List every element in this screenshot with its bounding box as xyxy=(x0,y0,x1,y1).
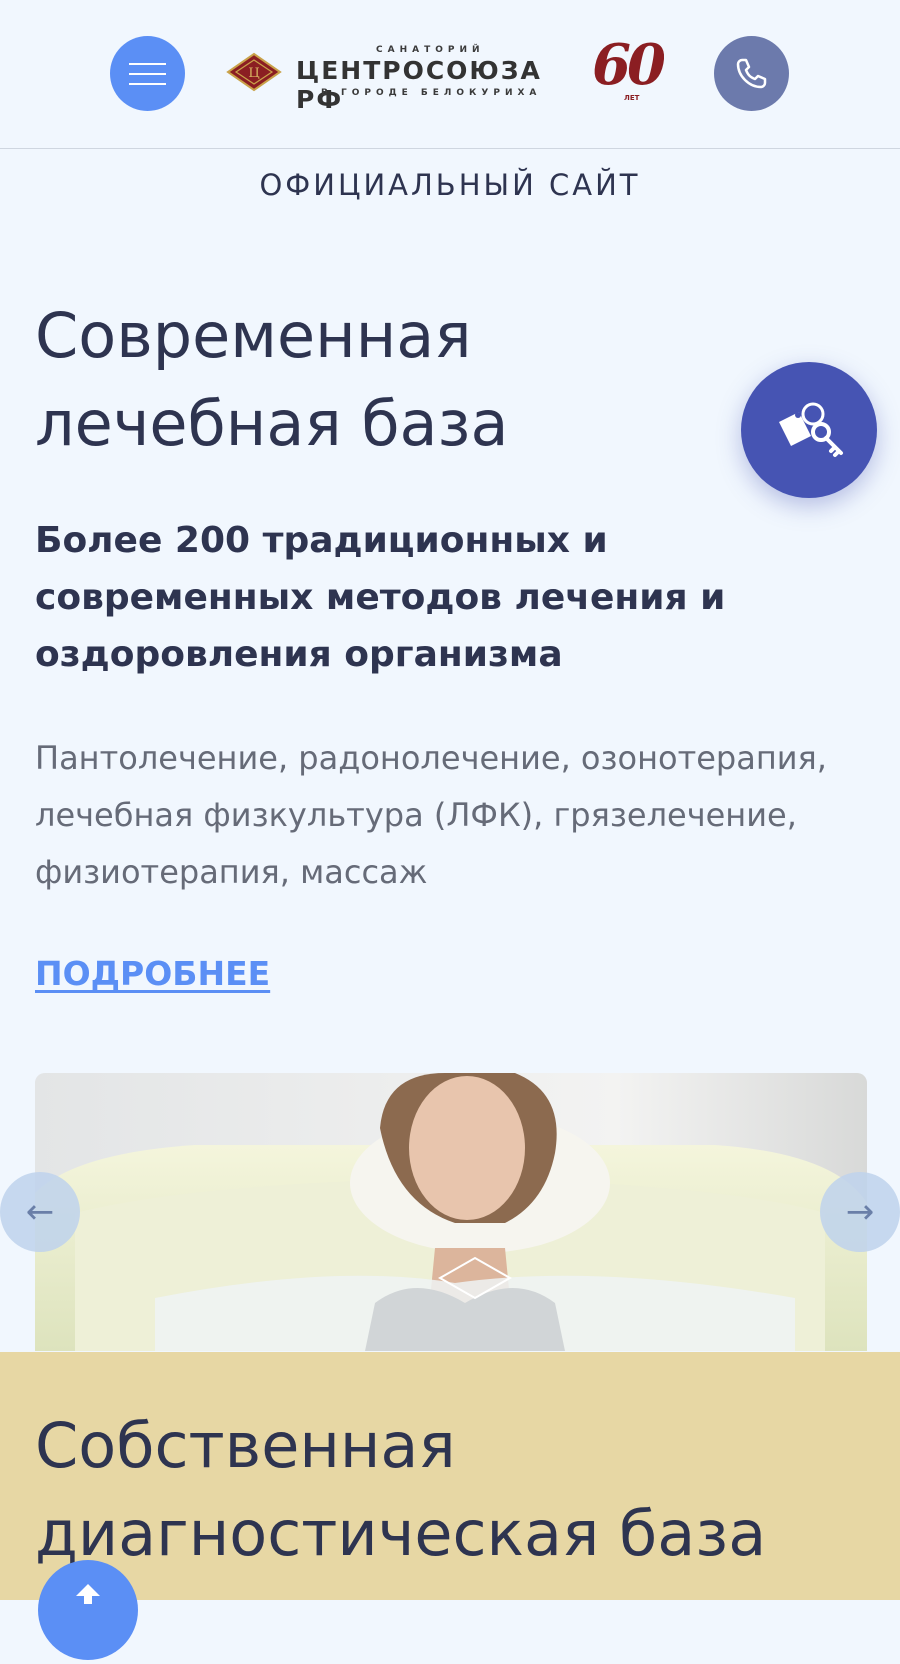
phone-button[interactable] xyxy=(714,36,789,111)
slider-photo xyxy=(35,1073,867,1351)
phone-icon xyxy=(736,58,767,89)
site-header: Ц САНАТОРИЙ ЦЕНТРОСОЮЗА РФ В ГОРОДЕ БЕЛО… xyxy=(0,0,900,149)
arrow-up-icon xyxy=(76,1584,100,1604)
anniversary-badge: 60 ЛЕТ xyxy=(592,32,672,102)
logo-emblem-icon: Ц xyxy=(226,52,282,92)
section-description: Пантолечение, радонолечение, озонотерапи… xyxy=(35,739,827,891)
menu-button[interactable] xyxy=(110,36,185,111)
more-link[interactable]: ПОДРОБНЕЕ xyxy=(35,954,270,993)
logo-main-text: ЦЕНТРОСОЮЗА РФ xyxy=(296,56,542,114)
section-title: Современная лечебная база xyxy=(35,299,509,460)
key-icon xyxy=(779,402,843,457)
anniversary-number: 60 xyxy=(592,32,666,98)
svg-text:Ц: Ц xyxy=(248,66,259,81)
official-site-label: ОФИЦИАЛЬНЫЙ САЙТ xyxy=(259,168,641,202)
section-subtitle: Более 200 традиционных и современных мет… xyxy=(35,520,726,675)
slider-prev-button[interactable]: ← xyxy=(0,1172,80,1252)
site-logo[interactable]: Ц САНАТОРИЙ ЦЕНТРОСОЮЗА РФ В ГОРОДЕ БЕЛО… xyxy=(226,42,566,114)
scroll-up-button[interactable] xyxy=(38,1560,138,1660)
spa-bath-photo xyxy=(35,1073,867,1351)
slider-next-button[interactable]: → xyxy=(820,1172,900,1252)
diagnostic-section-title: Собственная диагностическая база xyxy=(35,1409,767,1570)
logo-top-text: САНАТОРИЙ xyxy=(376,45,485,55)
anniversary-label: ЛЕТ xyxy=(624,94,640,102)
logo-bottom-text: В ГОРОДЕ БЕЛОКУРИХА xyxy=(321,88,542,98)
booking-button[interactable] xyxy=(741,362,877,498)
